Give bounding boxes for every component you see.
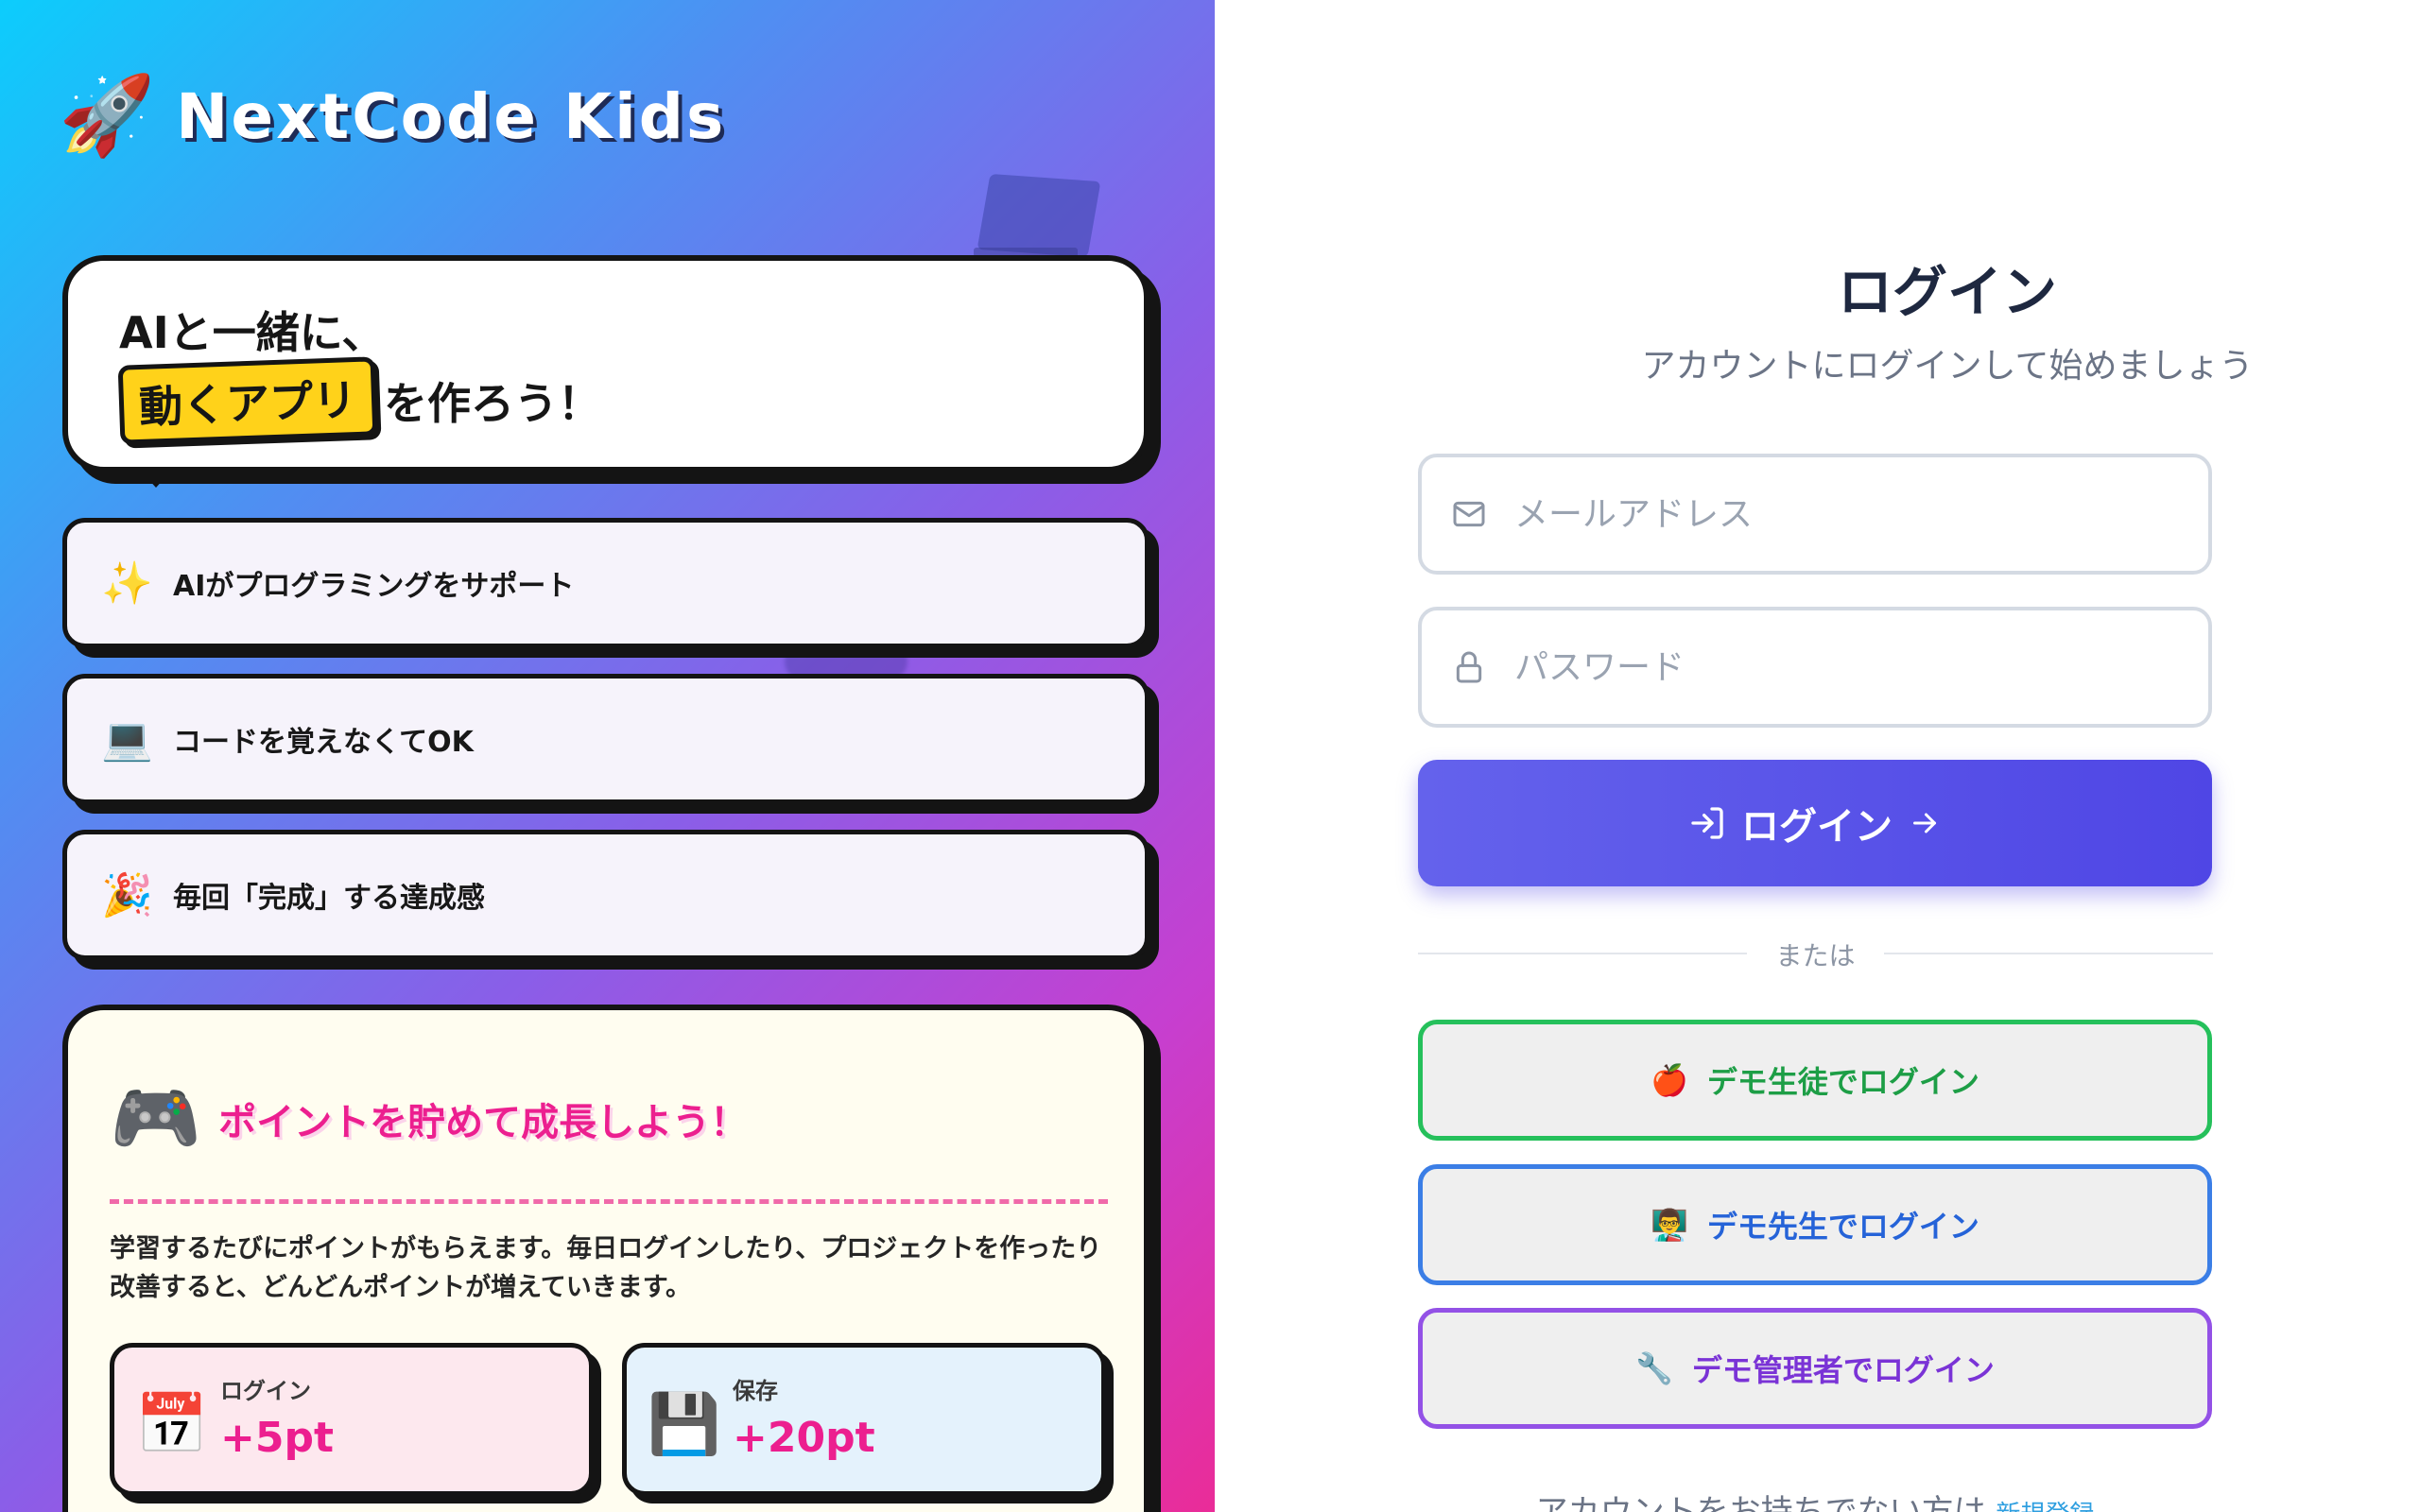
points-save-label: 保存 (733, 1378, 778, 1404)
points-save-box: 💾 保存 +20pt (622, 1343, 1106, 1496)
calendar-icon: 📅 (135, 1389, 209, 1458)
demo-teacher-label: デモ先生でログイン (1706, 1209, 1979, 1245)
feature-achievement: 🎉 毎回「完成」する達成感 (62, 830, 1150, 960)
hero-highlight: 動くアプリ (117, 356, 378, 445)
points-login-label: ログイン (220, 1378, 311, 1404)
login-subtitle: アカウントにログインして始めましょう (1641, 347, 2254, 386)
lock-icon (1456, 651, 1482, 683)
feature-label: 毎回「完成」する達成感 (173, 882, 485, 915)
demo-admin-login-button[interactable]: 🔧 デモ管理者でログイン (1418, 1308, 2212, 1429)
points-login-box: 📅 ログイン +5pt (110, 1343, 594, 1496)
speech-bubble-tail (137, 467, 175, 488)
signup-prompt: アカウントをお持ちでない方は 新規登録 (1418, 1486, 2212, 1512)
brand-logo: 🚀 NextCode Kids (59, 77, 726, 155)
demo-admin-label: デモ管理者でログイン (1691, 1352, 1995, 1388)
password-input[interactable] (1514, 647, 2176, 687)
party-popper-icon: 🎉 (101, 871, 153, 919)
hero-panel: 🚀 NextCode Kids AIと一緒に、 動くアプリ を作ろう！ ✨ AI… (0, 0, 1215, 1512)
hero-line-1: AIと一緒に、 (119, 307, 386, 358)
laptop-icon: 💻 (101, 715, 153, 764)
decorative-laptop (977, 173, 1101, 258)
hero-line-2-rest: を作ろう！ (384, 378, 601, 429)
login-title: ログイン (1837, 260, 2057, 324)
hero-speech-bubble: AIと一緒に、 動くアプリ を作ろう！ (62, 255, 1150, 472)
feature-no-code: 💻 コードを覚えなくてOK (62, 674, 1150, 804)
points-card: 🎮 ポイントを貯めて成長しよう！ 学習するたびにポイントがもらえます。毎日ログイ… (62, 1005, 1150, 1512)
divider-left (1418, 953, 1747, 954)
teacher-icon: 👨‍🏫 (1651, 1207, 1688, 1243)
login-button-label: ログイン (1741, 805, 1893, 849)
demo-student-login-button[interactable]: 🍎 デモ生徒でログイン (1418, 1020, 2212, 1141)
email-input[interactable] (1514, 494, 2176, 534)
wrench-icon: 🔧 (1635, 1350, 1673, 1386)
points-description: 学習するたびにポイントがもらえます。毎日ログインしたり、プロジェクトを作ったり改… (110, 1234, 1102, 1302)
points-title: ポイントを貯めて成長しよう！ (218, 1101, 749, 1144)
dashed-divider (110, 1199, 1108, 1204)
password-field[interactable] (1418, 607, 2212, 728)
divider-text: または (1775, 940, 1856, 971)
email-field[interactable] (1418, 454, 2212, 575)
brand-name: NextCode Kids (176, 79, 727, 153)
points-login-value: +5pt (220, 1414, 335, 1462)
sparkles-icon: ✨ (101, 559, 153, 608)
points-title-row: 🎮 ポイントを貯めて成長しよう！ (110, 1082, 748, 1156)
points-save-value: +20pt (733, 1414, 875, 1462)
feature-label: AIがプログラミングをサポート (173, 570, 575, 603)
feature-ai-support: ✨ AIがプログラミングをサポート (62, 518, 1150, 648)
rocket-icon: 🚀 (59, 71, 156, 161)
login-title-wrap: ログイン (1418, 248, 2420, 327)
feature-label: コードを覚えなくてOK (173, 726, 474, 759)
login-enter-icon (1691, 807, 1723, 839)
demo-teacher-login-button[interactable]: 👨‍🏫 デモ先生でログイン (1418, 1164, 2212, 1285)
floppy-disk-icon: 💾 (648, 1389, 721, 1458)
game-controller-icon: 🎮 (110, 1076, 202, 1161)
divider-right (1884, 953, 2213, 954)
mail-icon (1453, 501, 1485, 527)
hero-line-2: 動くアプリ を作ろう！ (117, 356, 601, 445)
demo-student-label: デモ生徒でログイン (1706, 1064, 1979, 1100)
login-panel: ログイン アカウントにログインして始めましょう ログイン または 🍎 (1215, 0, 2420, 1512)
apple-icon: 🍎 (1651, 1062, 1688, 1098)
login-button[interactable]: ログイン (1418, 760, 2212, 886)
signup-prompt-text: アカウントをお持ちでない方は (1535, 1493, 1986, 1512)
arrow-right-icon (1913, 813, 1936, 833)
signup-link[interactable]: 新規登録 (1996, 1501, 2094, 1512)
